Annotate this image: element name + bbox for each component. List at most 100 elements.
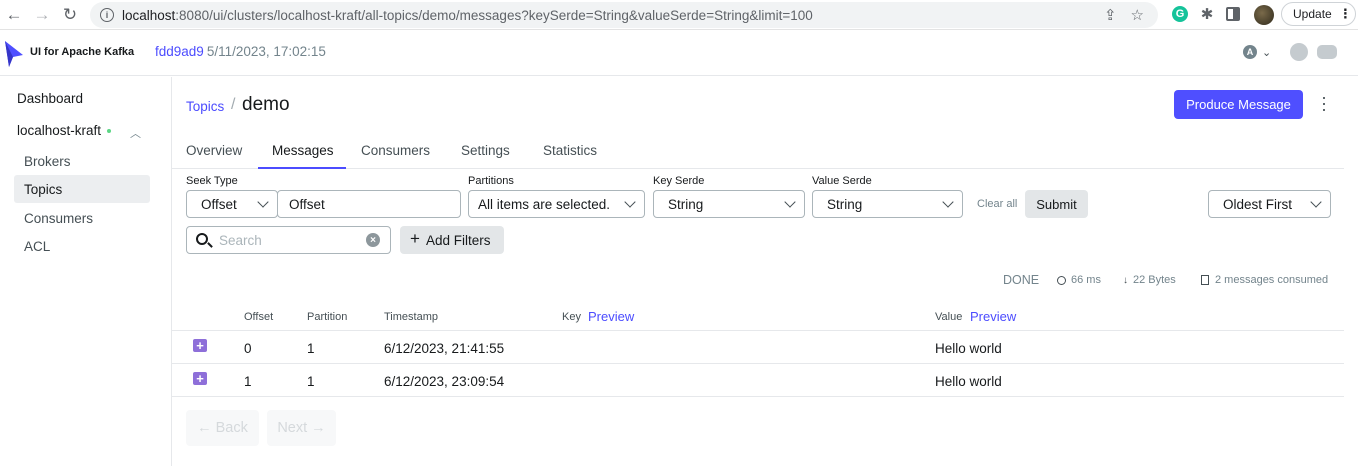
add-filters-button[interactable]: + Add Filters: [400, 226, 504, 254]
cell-partition: 1: [307, 374, 315, 389]
seek-type-label: Seek Type: [186, 175, 238, 187]
add-filters-label: Add Filters: [425, 232, 491, 248]
chevron-down-icon: [942, 196, 954, 208]
messages-table-header: Offset Partition Timestamp Key Preview V…: [172, 300, 1344, 331]
forward-arrow-icon[interactable]: →: [28, 1, 56, 29]
chevron-down-icon: [784, 196, 796, 208]
partitions-select[interactable]: All items are selected.: [468, 190, 645, 218]
plus-icon: +: [410, 229, 420, 248]
table-row[interactable]: + 0 1 6/12/2023, 21:41:55 Hello world: [172, 331, 1344, 364]
sort-order-value: Oldest First: [1223, 196, 1293, 212]
elapsed-time-stat: 66 ms: [1057, 274, 1101, 286]
cell-timestamp: 6/12/2023, 21:41:55: [384, 341, 505, 356]
consume-status: DONE: [1003, 273, 1040, 287]
url-host: localhost: [122, 7, 176, 23]
seek-type-select[interactable]: Offset: [186, 190, 278, 218]
clear-search-icon[interactable]: ×: [366, 233, 380, 247]
version-hash[interactable]: fdd9ad9: [155, 44, 204, 59]
chevron-down-icon: ⌄: [1262, 46, 1272, 59]
cell-value: Hello world: [935, 374, 1002, 389]
sidebar-item-brokers[interactable]: Brokers: [24, 154, 71, 169]
more-options-icon[interactable]: · · ·: [1320, 88, 1328, 118]
expand-row-icon[interactable]: +: [193, 372, 207, 385]
cell-partition: 1: [307, 341, 315, 356]
grammarly-extension-icon[interactable]: G: [1172, 6, 1188, 22]
column-header-key: Key: [562, 311, 581, 323]
site-info-icon[interactable]: i: [100, 8, 114, 22]
partitions-value: All items are selected.: [478, 196, 611, 212]
key-preview-button[interactable]: Preview: [588, 309, 634, 324]
offset-input[interactable]: Offset: [277, 190, 461, 218]
sidebar-item-dashboard[interactable]: Dashboard: [17, 91, 83, 106]
brand-name[interactable]: UI for Apache Kafka: [30, 46, 134, 58]
key-serde-select[interactable]: String: [653, 190, 805, 218]
side-panel-icon[interactable]: [1226, 7, 1240, 21]
chevron-down-icon: [1310, 196, 1322, 208]
arrow-down-icon: ↓: [1123, 274, 1128, 286]
update-label: Update: [1293, 7, 1332, 21]
seek-type-value: Offset: [201, 196, 237, 212]
browser-toolbar: ← → ↻ i localhost:8080/ui/clusters/local…: [0, 0, 1358, 30]
breadcrumb-topics-link[interactable]: Topics: [186, 99, 224, 114]
elapsed-time-value: 66 ms: [1071, 274, 1101, 286]
tab-consumers[interactable]: Consumers: [361, 143, 430, 158]
back-arrow-icon[interactable]: ←: [0, 1, 28, 29]
messages-consumed-value: 2 messages consumed: [1215, 274, 1329, 286]
active-tab-indicator: [258, 167, 346, 169]
bookmark-star-icon[interactable]: ☆: [1131, 6, 1144, 24]
version-date: 5/11/2023, 17:02:15: [206, 44, 326, 59]
sort-order-select[interactable]: Oldest First: [1208, 190, 1331, 218]
share-icon[interactable]: ⇪: [1104, 6, 1117, 24]
submit-button[interactable]: Submit: [1025, 190, 1088, 218]
more-vertical-icon: ⋮: [1338, 6, 1352, 21]
expand-row-icon[interactable]: +: [193, 339, 207, 352]
column-header-partition: Partition: [307, 311, 348, 323]
sidebar-item-topics[interactable]: Topics: [24, 182, 62, 197]
language-selector[interactable]: A ⌄: [1243, 45, 1271, 59]
tab-settings[interactable]: Settings: [461, 143, 510, 158]
breadcrumb-separator: /: [231, 96, 236, 113]
search-input[interactable]: Search ×: [186, 226, 391, 254]
tab-statistics[interactable]: Statistics: [543, 143, 597, 158]
column-header-value: Value: [935, 311, 963, 323]
search-placeholder: Search: [219, 232, 262, 248]
clear-all-button[interactable]: Clear all: [977, 198, 1017, 210]
value-serde-label: Value Serde: [812, 175, 872, 187]
reload-icon[interactable]: ↻: [56, 1, 84, 29]
value-preview-button[interactable]: Preview: [970, 309, 1016, 324]
cell-offset: 1: [244, 374, 252, 389]
github-icon[interactable]: [1290, 43, 1308, 61]
sidebar-item-acl[interactable]: ACL: [24, 239, 50, 254]
next-page-button[interactable]: Next →: [267, 410, 336, 446]
update-button[interactable]: Update ⋮: [1281, 2, 1356, 26]
profile-avatar[interactable]: [1254, 5, 1274, 25]
version-link[interactable]: fdd9ad9 5/11/2023, 17:02:15: [155, 44, 326, 59]
back-page-button[interactable]: ← Back: [186, 410, 259, 446]
search-icon: [196, 233, 208, 245]
table-row[interactable]: + 1 1 6/12/2023, 23:09:54 Hello world: [172, 364, 1344, 397]
url-path: :8080/ui/clusters/localhost-kraft/all-to…: [175, 7, 813, 23]
cell-offset: 0: [244, 341, 252, 356]
sidebar-cluster[interactable]: localhost-kraft: [17, 123, 112, 138]
key-serde-value: String: [668, 196, 704, 212]
chevron-down-icon: [624, 196, 636, 208]
column-header-timestamp: Timestamp: [384, 311, 438, 323]
value-serde-value: String: [827, 196, 863, 212]
chevron-up-icon[interactable]: ︿: [130, 125, 141, 141]
app-header: UI for Apache Kafka fdd9ad9 5/11/2023, 17…: [0, 31, 1358, 76]
tab-messages[interactable]: Messages: [272, 143, 334, 158]
document-icon: [1201, 275, 1209, 285]
messages-consumed-stat: 2 messages consumed: [1201, 274, 1328, 286]
tab-overview[interactable]: Overview: [186, 143, 242, 158]
discord-icon[interactable]: [1317, 45, 1337, 59]
page-title: demo: [242, 94, 290, 115]
address-bar[interactable]: i localhost:8080/ui/clusters/localhost-k…: [90, 2, 1158, 28]
value-serde-select[interactable]: String: [812, 190, 963, 218]
cluster-name: localhost-kraft: [17, 123, 102, 138]
extensions-puzzle-icon[interactable]: ✱: [1198, 5, 1216, 23]
bytes-value: 22 Bytes: [1133, 274, 1176, 286]
sidebar-item-consumers[interactable]: Consumers: [24, 211, 93, 226]
produce-message-button[interactable]: Produce Message: [1174, 90, 1303, 119]
kafka-ui-logo-icon[interactable]: [3, 39, 25, 69]
clock-icon: [1057, 275, 1066, 285]
